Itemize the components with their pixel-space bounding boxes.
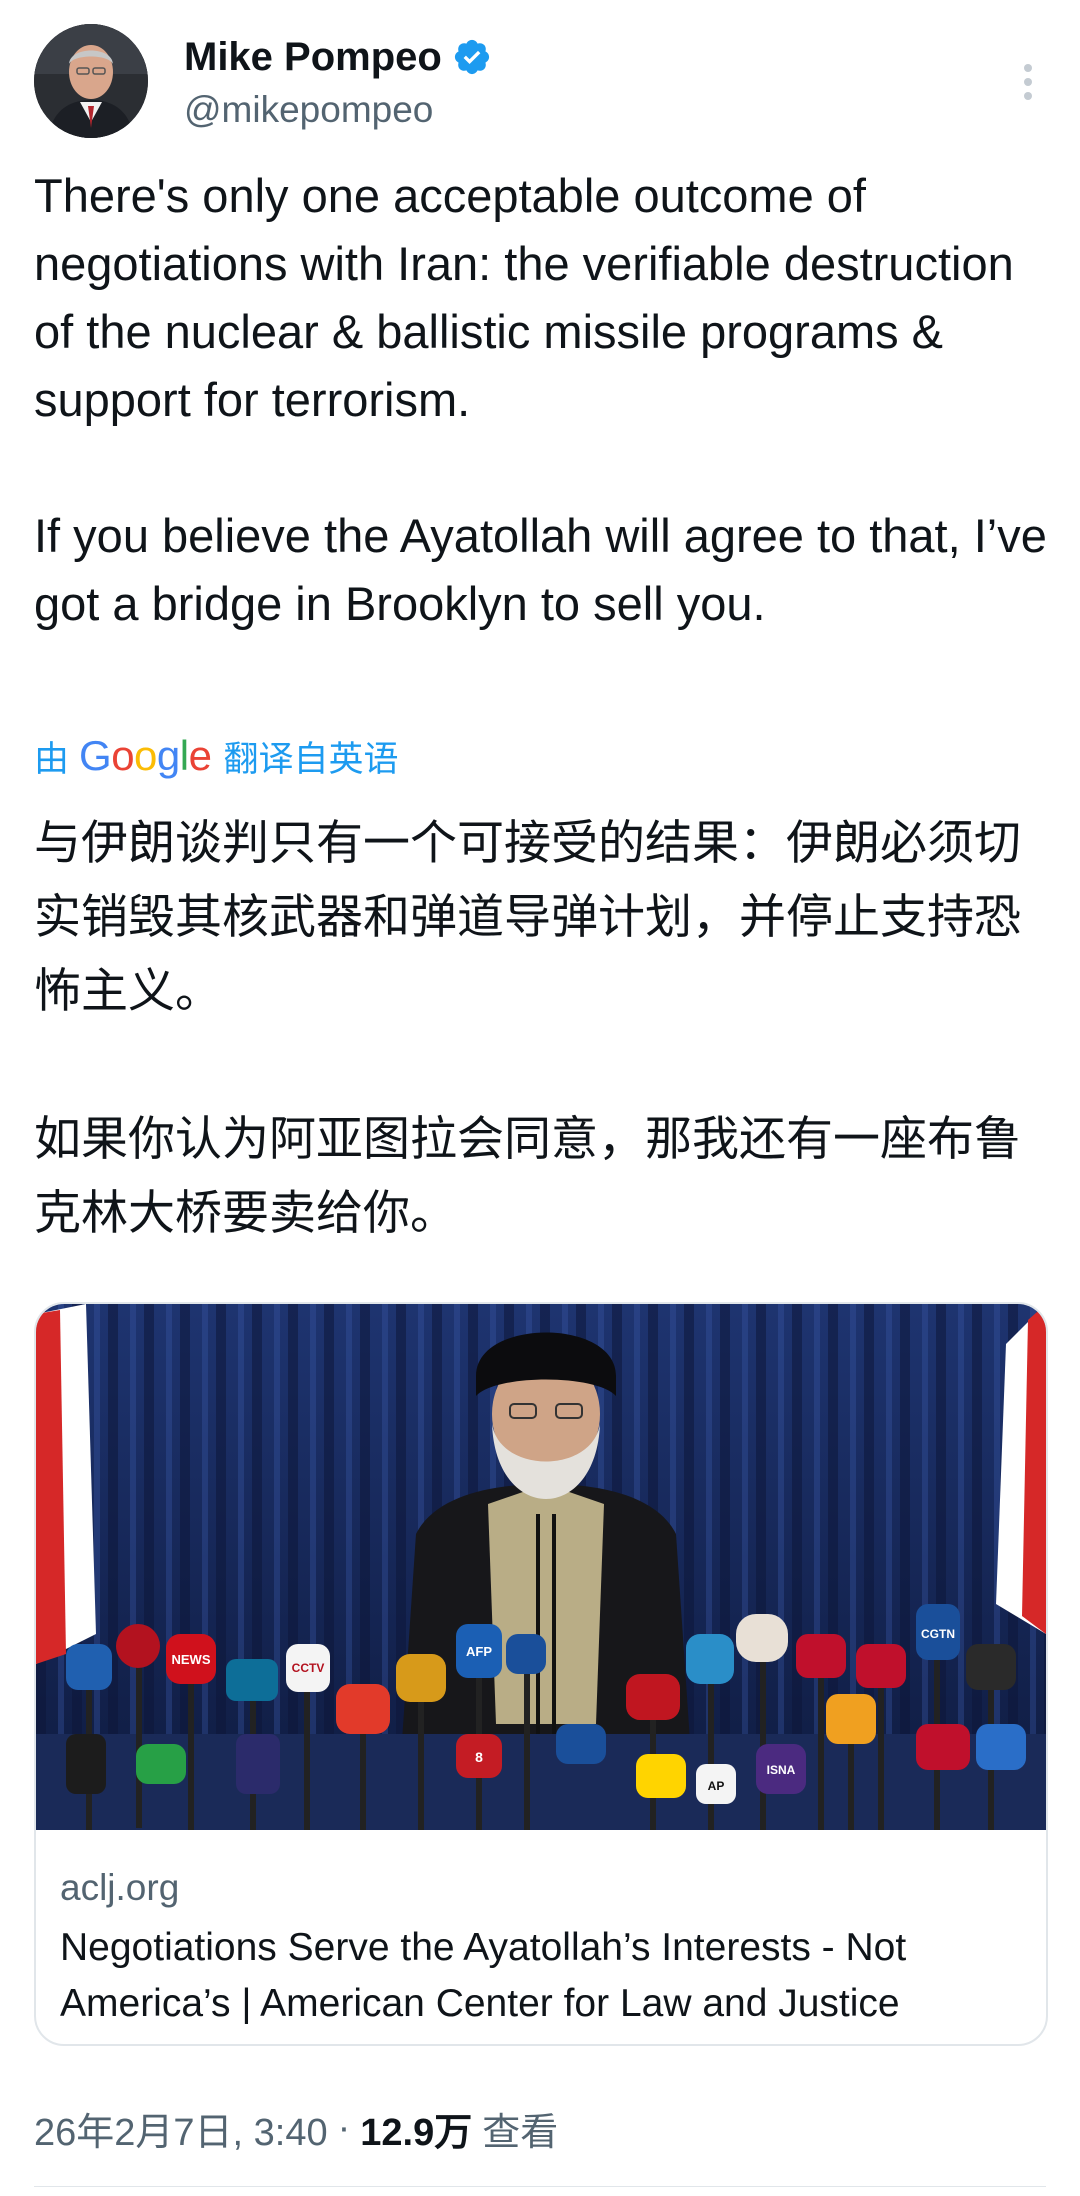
link-title[interactable]: Negotiations Serve the Ayatollah’s Inter…: [60, 1920, 1030, 2032]
verified-badge-icon: [454, 39, 489, 75]
link-domain[interactable]: aclj.org: [60, 1864, 179, 1912]
tweet-paragraph: If you believe the Ayatollah will agree …: [34, 509, 1047, 630]
more-options-icon[interactable]: [1010, 52, 1046, 112]
link-preview-card[interactable]: NEWS CCTV AFP CGTN AP ISNA 8 aclj.org Ne…: [34, 1302, 1048, 2046]
profile-photo-icon: [34, 24, 148, 138]
author-handle[interactable]: @mikepompeo: [184, 86, 433, 134]
views-count[interactable]: 12.9万: [360, 2101, 472, 2156]
svg-text:AFP: AFP: [466, 1644, 492, 1659]
translated-text: 与伊朗谈判只有一个可接受的结果：伊朗必须切实销毁其核武器和弹道导弹计划，并停止支…: [34, 806, 1050, 1250]
divider: [34, 2186, 1046, 2187]
svg-text:CCTV: CCTV: [292, 1661, 325, 1675]
google-logo: Google: [79, 732, 212, 779]
svg-text:AP: AP: [708, 1779, 725, 1793]
views-label: 查看: [482, 2111, 559, 2154]
meta-separator: ·: [337, 2106, 351, 2149]
link-preview-image[interactable]: NEWS CCTV AFP CGTN AP ISNA 8: [36, 1304, 1046, 1830]
svg-text:NEWS: NEWS: [172, 1652, 211, 1667]
translated-paragraph: 与伊朗谈判只有一个可接受的结果：伊朗必须切实销毁其核武器和弹道导弹计划，并停止支…: [34, 816, 1021, 1017]
translation-prefix: 由: [34, 739, 70, 779]
svg-text:ISNA: ISNA: [767, 1763, 796, 1777]
avatar[interactable]: [34, 24, 148, 138]
author-name-row[interactable]: Mike Pompeo: [184, 30, 492, 84]
author-display-name[interactable]: Mike Pompeo: [184, 30, 442, 84]
tweet-paragraph: There's only one acceptable outcome of n…: [34, 169, 1014, 426]
tweet-metadata: 26年2月7日, 3:40 · 12.9万 查看: [34, 2098, 558, 2158]
tweet-text: There's only one acceptable outcome of n…: [34, 162, 1050, 638]
translation-attribution[interactable]: 由 Google 翻译自英语: [34, 728, 398, 784]
tweet-header: Mike Pompeo @mikepompeo: [34, 24, 1046, 142]
svg-text:CGTN: CGTN: [921, 1627, 955, 1641]
translated-paragraph: 如果你认为阿亚图拉会同意，那我还有一座布鲁克林大桥要卖给你。: [34, 1112, 1021, 1239]
translation-suffix: 翻译自英语: [223, 739, 399, 779]
svg-text:8: 8: [475, 1749, 483, 1765]
tweet-timestamp[interactable]: 26年2月7日, 3:40: [34, 2101, 328, 2156]
